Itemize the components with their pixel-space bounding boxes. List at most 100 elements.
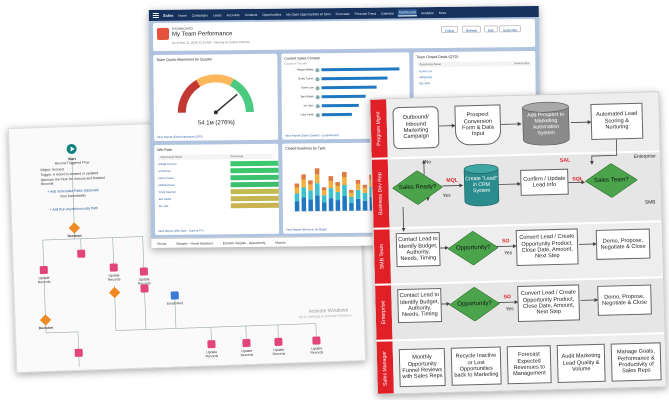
- so-tag: SO: [503, 294, 511, 301]
- stack-segment: [321, 202, 327, 212]
- win-owner: Ely Jack: [158, 204, 169, 208]
- gauge-needle: [215, 93, 238, 113]
- stack-segment: [294, 183, 300, 188]
- stack-segment: [335, 200, 341, 212]
- follow-button[interactable]: Follow: [440, 25, 459, 33]
- stack-segment: [349, 189, 354, 193]
- contest-bar: [321, 112, 352, 117]
- stack-segment: [294, 187, 300, 194]
- contest-bar-row: Megan Bailey: [285, 66, 400, 72]
- stack-segment: [314, 183, 320, 196]
- nav-campaigns[interactable]: Campaigns: [191, 12, 209, 18]
- stack-segment: [362, 187, 368, 193]
- table-row[interactable]: Melinda Reed 83%: [159, 181, 280, 188]
- win-rate-cell: 96%: [230, 167, 280, 173]
- stack-segment: [294, 193, 300, 202]
- campaign-box: Outbound/ Inbound Marketing Campaign: [392, 106, 440, 150]
- win-owner: Ben Walsh: [158, 197, 172, 201]
- utility-einstein-home[interactable]: Einstein - Home Assistant: [176, 241, 212, 245]
- stack-segment: [321, 190, 327, 196]
- table-row[interactable]: Ely Jack 67%: [158, 202, 280, 209]
- win-report-link[interactable]: View Report (Win Rate - Current FY): [158, 228, 204, 232]
- contest-report-link[interactable]: View Report (Sales Contest - Leaderboard…: [285, 133, 339, 138]
- cylinder-label: Create "Lead" in CRM System: [465, 175, 498, 195]
- subscribe-button[interactable]: Subscribe: [498, 25, 522, 33]
- contest-bar: [321, 94, 366, 99]
- win-rate-cell: 67%: [230, 202, 280, 208]
- contest-bar: [321, 67, 400, 72]
- nav-home[interactable]: Home: [177, 12, 188, 18]
- nav-accounts[interactable]: Accounts: [226, 12, 241, 18]
- marketing-automation-cylinder: Add Prospect to Marketing Automation Sys…: [520, 101, 571, 146]
- utility-einstein-insights[interactable]: Einstein Insights - Opportunity: [223, 240, 266, 244]
- nav-opportunities[interactable]: Opportunities: [261, 11, 282, 17]
- nav-calendar[interactable]: Calendar: [380, 10, 395, 16]
- avatar: [315, 85, 320, 90]
- nav-dashboards[interactable]: Dashboards: [397, 9, 418, 17]
- opportunity-ent-decision: Opportunity?: [449, 286, 501, 322]
- win-rate-cell: 78%: [230, 188, 280, 194]
- table-row[interactable]: Ben Walsh 70%: [158, 195, 280, 202]
- flow-node-label: Update Records: [37, 275, 51, 285]
- win-rate-cell: 70%: [230, 195, 280, 201]
- utility-macros[interactable]: Macros: [275, 240, 285, 244]
- stack-segment: [362, 184, 368, 188]
- nav-my-open-opportunities[interactable]: My Open Opportunities w/ Stan: [285, 11, 331, 17]
- stack-segment: [355, 183, 361, 190]
- table-row[interactable]: Emil Grant 96%: [158, 167, 280, 174]
- table-row[interactable]: Nancy Carter 88%: [159, 174, 280, 181]
- win-owner: Abigail Johnson: [158, 162, 177, 166]
- stack-segment: [321, 187, 327, 191]
- stack-segment: [335, 192, 341, 201]
- enterprise-label: Enterprise: [633, 154, 656, 160]
- lane-smb-team: SMB Team: [373, 229, 392, 284]
- flow-node-label: Update Records: [205, 350, 219, 359]
- email-alert-node: [170, 291, 179, 300]
- lane-sales-manager: Sales Manager: [376, 341, 394, 395]
- column-header: Close Rate: [230, 155, 244, 159]
- yes-label: Yes: [442, 193, 451, 199]
- edit-button[interactable]: Edit: [483, 25, 498, 33]
- column-header: Amount Sum: [514, 62, 530, 66]
- utility-phone[interactable]: Phone: [157, 241, 166, 245]
- stack-segment: [328, 181, 334, 189]
- contest-bar: [321, 103, 360, 108]
- forecast-box: Forecast Expected Revenues to Management: [506, 345, 552, 385]
- refresh-button[interactable]: Refresh: [461, 25, 482, 33]
- table-row[interactable]: Cindy Newman 78%: [159, 188, 280, 195]
- nav-contacts[interactable]: Contacts: [244, 11, 259, 17]
- demo-ent-box: Demo, Propose, Negotiate & Close: [597, 284, 652, 316]
- quota-report-link[interactable]: View Report (Closed Business QTD): [157, 134, 202, 138]
- flow-node-label: Update Records: [240, 348, 254, 358]
- table-row[interactable]: Abigail Johnson 100%: [158, 160, 280, 167]
- table-row[interactable]: Ming Kato: [419, 75, 432, 79]
- nav-analytics[interactable]: Analytics: [420, 10, 435, 16]
- stack-segment: [342, 195, 347, 212]
- panel-title: Win Rate: [157, 147, 173, 152]
- cylinder-label: Add Prospect to Marketing Automation Sys…: [527, 111, 565, 137]
- mql-tag: MQL: [446, 177, 458, 184]
- app-name: Sales: [162, 12, 174, 18]
- nav-forecast-trend[interactable]: Forecast Trend: [354, 10, 377, 16]
- table-row[interactable]: Karen Lee: [419, 69, 432, 73]
- table-row[interactable]: Ely Jack: [420, 81, 430, 85]
- win-rows: Abigail Johnson100%Emil Grant96%Nancy Ca…: [154, 144, 280, 208]
- contact-lead-ent-box: Contact Lead to Identify Budget, Authori…: [397, 288, 443, 324]
- sql-tag: SQL: [572, 176, 584, 183]
- contest-bar-row: Ben Walsh: [286, 94, 366, 100]
- app-launcher-icon[interactable]: [152, 12, 159, 19]
- stack-segment: [321, 195, 327, 203]
- flow-node-label: Update Records: [137, 277, 151, 286]
- avatar: [315, 112, 320, 117]
- flow-node-label: Update Records: [310, 346, 324, 355]
- dashboard-icon: [156, 27, 170, 40]
- nav-leads[interactable]: Leads: [212, 12, 223, 18]
- convert-lead-smb-box: Convert Lead / Create Opportunity Produc…: [515, 228, 579, 267]
- panel-title: Current Sales Contest: [284, 56, 320, 61]
- contest-rep-name: Emily Turner: [298, 77, 314, 81]
- nav-more[interactable]: More: [438, 9, 447, 15]
- nav-forecasts[interactable]: Forecasts: [335, 10, 351, 16]
- win-table-header: Opportunity Owner Close Rate: [158, 153, 273, 160]
- manage-goals-box: Manage Goals, Performance & Productivity…: [610, 342, 662, 382]
- stage-report-link[interactable]: View Report (Revenue by Stage): [286, 227, 327, 231]
